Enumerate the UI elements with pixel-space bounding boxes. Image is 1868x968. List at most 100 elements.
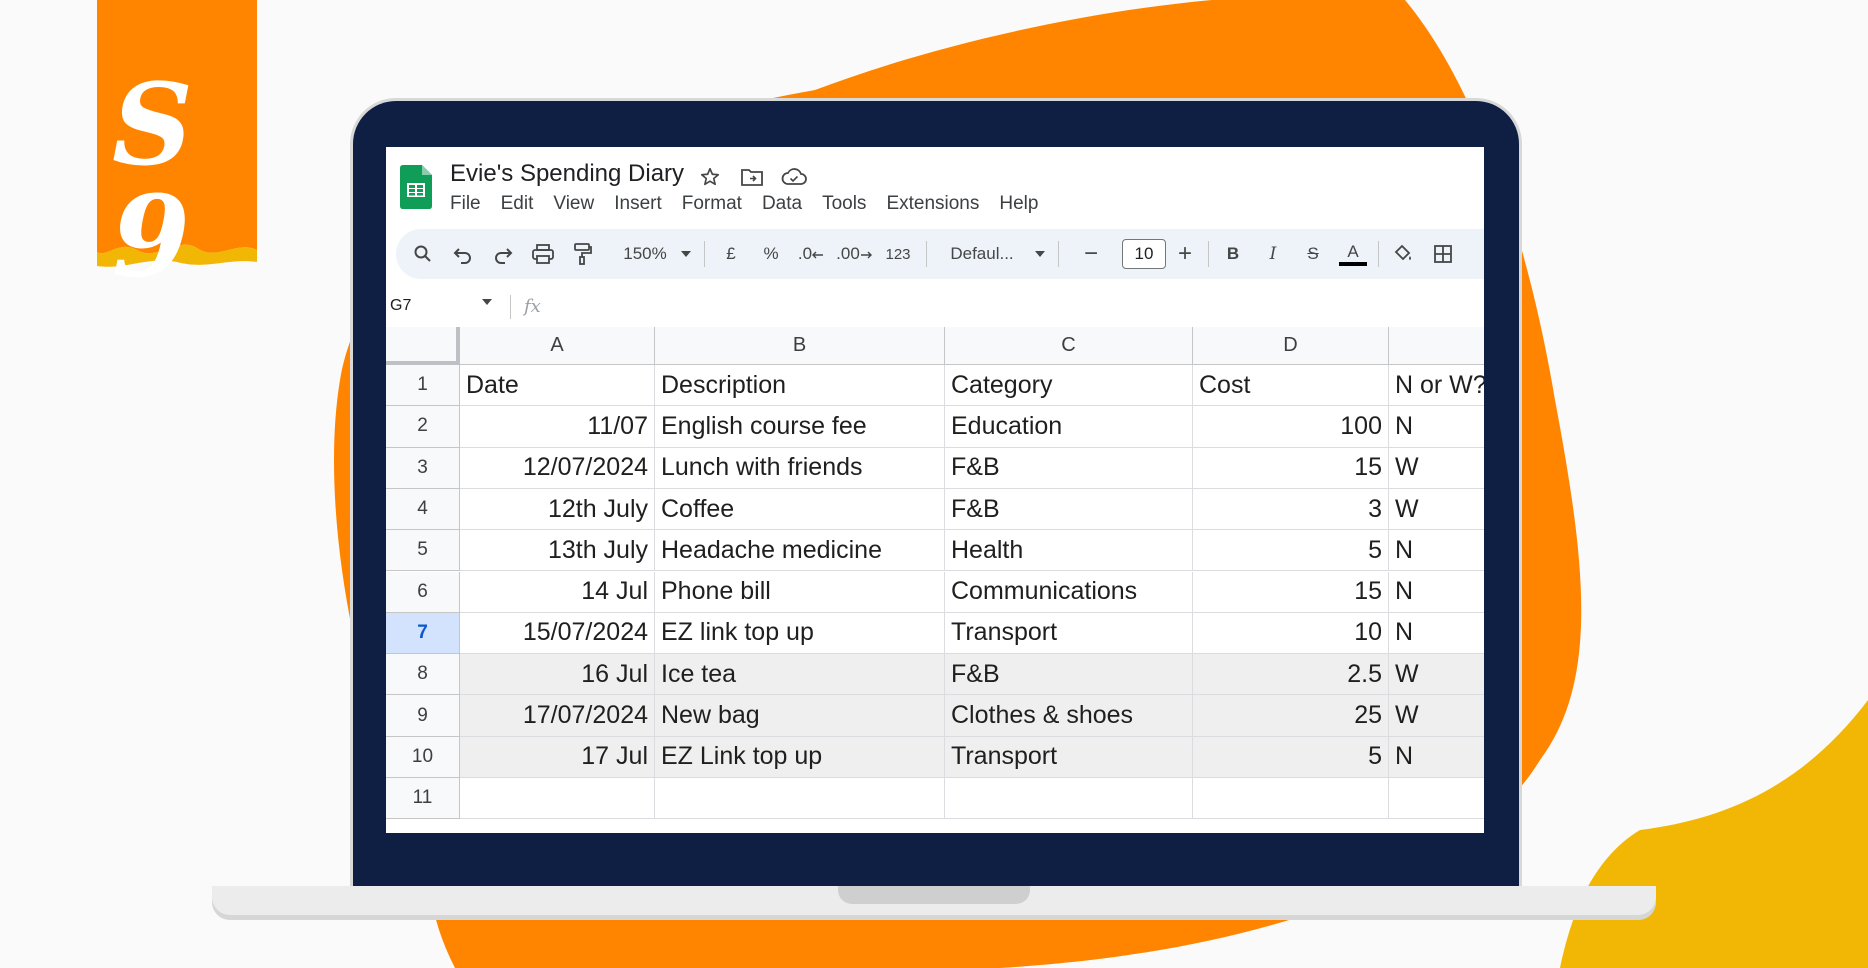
row-header[interactable]: 8 <box>386 654 460 696</box>
menu-help[interactable]: Help <box>999 193 1038 215</box>
cell-d2[interactable]: 100 <box>1193 406 1389 448</box>
row-header[interactable]: 11 <box>386 778 460 820</box>
print-icon[interactable] <box>526 229 560 279</box>
name-box[interactable]: G7 <box>390 297 411 315</box>
borders-icon[interactable] <box>1426 229 1460 279</box>
cell-d5[interactable]: 5 <box>1193 530 1389 572</box>
text-color-button[interactable]: A <box>1336 229 1370 279</box>
menu-view[interactable]: View <box>553 193 594 215</box>
cell-c2[interactable]: Education <box>945 406 1193 448</box>
row-header[interactable]: 10 <box>386 736 460 778</box>
font-dropdown-icon[interactable] <box>1030 229 1050 279</box>
font-size-input[interactable]: 10 <box>1122 239 1166 269</box>
cell-d9[interactable]: 25 <box>1193 695 1389 737</box>
search-menus-icon[interactable] <box>406 229 440 279</box>
cell-d1[interactable]: Cost <box>1193 365 1389 407</box>
row-header[interactable]: 9 <box>386 695 460 737</box>
cell-a4[interactable]: 12th July <box>460 488 655 531</box>
row-header[interactable]: 3 <box>386 447 460 489</box>
cell-e6[interactable]: N <box>1389 572 1484 613</box>
cell-b9[interactable]: New bag <box>655 695 945 737</box>
column-header-d[interactable]: D <box>1193 327 1389 365</box>
name-box-dropdown-icon[interactable] <box>482 299 492 305</box>
zoom-dropdown-icon[interactable] <box>676 229 696 279</box>
cell-a7[interactable]: 15/07/2024 <box>460 612 655 655</box>
cell-a5[interactable]: 13th July <box>460 530 655 572</box>
cell-d7[interactable]: 10 <box>1193 612 1389 655</box>
cell-b2[interactable]: English course fee <box>655 406 945 448</box>
cell-e4[interactable]: W <box>1389 489 1484 531</box>
cell-d6[interactable]: 15 <box>1193 571 1389 613</box>
cell-e11[interactable] <box>1389 778 1484 820</box>
cell-b3[interactable]: Lunch with friends <box>655 447 945 489</box>
cell-a8[interactable]: 16 Jul <box>460 654 655 696</box>
menu-extensions[interactable]: Extensions <box>886 193 979 215</box>
column-header-e[interactable] <box>1389 327 1484 365</box>
row-header[interactable]: 4 <box>386 488 460 531</box>
format-currency-button[interactable]: £ <box>714 229 748 279</box>
format-percent-button[interactable]: % <box>754 229 788 279</box>
font-family-select[interactable]: Defaul... <box>934 229 1030 279</box>
column-header-c[interactable]: C <box>945 327 1193 365</box>
strikethrough-button[interactable]: S <box>1296 229 1330 279</box>
cell-d3[interactable]: 15 <box>1193 447 1389 489</box>
row-header[interactable]: 5 <box>386 530 460 572</box>
cell-c3[interactable]: F&B <box>945 447 1193 489</box>
cell-e5[interactable]: N <box>1389 530 1484 572</box>
cell-c8[interactable]: F&B <box>945 654 1193 696</box>
row-header[interactable]: 2 <box>386 406 460 448</box>
sheets-logo-icon[interactable] <box>400 165 432 209</box>
cell-c1[interactable]: Category <box>945 365 1193 407</box>
fill-color-icon[interactable] <box>1386 229 1420 279</box>
row-header[interactable]: 7 <box>386 612 460 655</box>
undo-icon[interactable] <box>446 229 480 279</box>
cell-b5[interactable]: Headache medicine <box>655 530 945 572</box>
decrease-decimal-button[interactable]: .0 <box>794 229 828 279</box>
cell-b4[interactable]: Coffee <box>655 488 945 531</box>
cell-a6[interactable]: 14 Jul <box>460 571 655 613</box>
cell-a1[interactable]: Date <box>460 365 655 407</box>
cell-e9[interactable]: W <box>1389 695 1484 737</box>
column-header-b[interactable]: B <box>655 327 945 365</box>
menu-file[interactable]: File <box>450 193 481 215</box>
cell-c9[interactable]: Clothes & shoes <box>945 695 1193 737</box>
menu-data[interactable]: Data <box>762 193 802 215</box>
decrease-font-size-button[interactable]: − <box>1074 229 1108 279</box>
cell-c10[interactable]: Transport <box>945 736 1193 778</box>
menu-insert[interactable]: Insert <box>614 193 662 215</box>
menu-format[interactable]: Format <box>682 193 742 215</box>
row-header[interactable]: 1 <box>386 365 460 407</box>
cell-c7[interactable]: Transport <box>945 612 1193 655</box>
cell-b7[interactable]: EZ link top up <box>655 612 945 655</box>
move-to-folder-icon[interactable] <box>738 163 766 191</box>
cell-b1[interactable]: Description <box>655 365 945 407</box>
document-title[interactable]: Evie's Spending Diary <box>450 160 684 188</box>
cell-a11[interactable] <box>460 778 655 820</box>
cell-b8[interactable]: Ice tea <box>655 654 945 696</box>
cell-c6[interactable]: Communications <box>945 571 1193 613</box>
zoom-value[interactable]: 150% <box>614 229 676 279</box>
menu-edit[interactable]: Edit <box>501 193 534 215</box>
italic-button[interactable]: I <box>1256 229 1290 279</box>
cell-d8[interactable]: 2.5 <box>1193 654 1389 696</box>
cell-d11[interactable] <box>1193 778 1389 820</box>
cell-a10[interactable]: 17 Jul <box>460 736 655 778</box>
star-icon[interactable] <box>696 163 724 191</box>
column-header-a[interactable]: A <box>460 327 655 365</box>
cell-c5[interactable]: Health <box>945 530 1193 572</box>
bold-button[interactable]: B <box>1216 229 1250 279</box>
cell-b11[interactable] <box>655 778 945 820</box>
paint-format-icon[interactable] <box>566 229 600 279</box>
cell-e10[interactable]: N <box>1389 736 1484 778</box>
cloud-saved-icon[interactable] <box>780 163 808 191</box>
menu-tools[interactable]: Tools <box>822 193 866 215</box>
increase-font-size-button[interactable]: + <box>1168 229 1202 279</box>
cell-e7[interactable]: N <box>1389 613 1484 655</box>
cell-c11[interactable] <box>945 778 1193 820</box>
cell-b10[interactable]: EZ Link top up <box>655 736 945 778</box>
cell-a9[interactable]: 17/07/2024 <box>460 695 655 737</box>
cell-e2[interactable]: N <box>1389 406 1484 448</box>
cell-c4[interactable]: F&B <box>945 488 1193 531</box>
cell-e1[interactable]: N or W? <box>1389 365 1484 407</box>
redo-icon[interactable] <box>486 229 520 279</box>
